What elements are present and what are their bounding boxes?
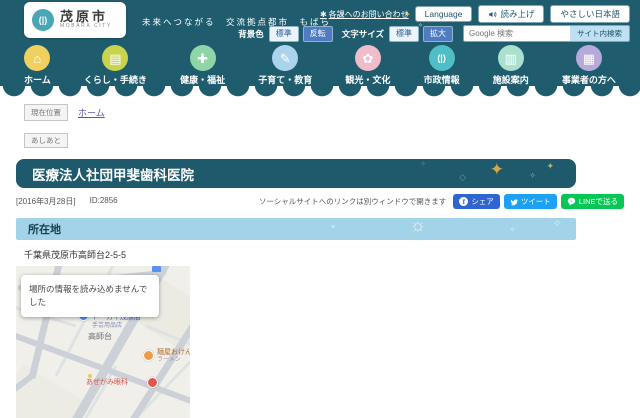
map-label-ramen[interactable]: 麺屋おけん 茂原店 ラーメン <box>157 349 190 365</box>
facebook-share-button[interactable]: f シェア <box>453 194 500 209</box>
page-title-banner: 医療法人社団甲斐歯科医院 ✦ ✧ ✦ ◇ ✧ <box>16 159 576 188</box>
easy-japanese-button[interactable]: やさしい日本語 <box>550 5 630 23</box>
office-buildings-icon: ▦ <box>576 45 602 71</box>
header-wave-border <box>0 86 640 97</box>
line-share-button[interactable]: L LINEで送る <box>561 194 624 209</box>
current-location-label: 現在位置 <box>24 104 68 121</box>
map-error-message: 場所の情報を読み込めませんでした <box>29 284 147 307</box>
speaker-icon <box>488 10 497 19</box>
nav-item-living-procedures[interactable]: ▤ くらし・手続き <box>84 45 147 86</box>
size-standard-button[interactable]: 標準 <box>389 26 419 42</box>
sparkle-icon: ✧ <box>529 172 536 180</box>
twitter-tweet-button[interactable]: ツイート <box>504 194 557 209</box>
google-map[interactable]: 場所の情報を読み込めませんでした クラフトハート トーカイ茂原店 手芸用品店 高… <box>16 266 190 418</box>
city-name-en: MOBARA CITY <box>60 24 112 30</box>
map-label-district: 高師台 <box>88 332 112 342</box>
nav-item-home[interactable]: ⌂ ホーム <box>24 45 51 86</box>
utility-row-bottom: 背景色 標準 反転 文字サイズ 標準 拡大 サイト内検索 <box>238 25 630 42</box>
site-search-button[interactable]: サイト内検索 <box>570 26 629 41</box>
bg-standard-button[interactable]: 標準 <box>269 26 299 42</box>
home-icon: ⌂ <box>24 45 50 71</box>
facebook-icon: f <box>459 197 468 206</box>
nav-item-health-welfare[interactable]: ✚ 健康・福祉 <box>180 45 225 86</box>
nav-item-city-government[interactable]: (|) 市政情報 <box>424 45 460 86</box>
svg-text:L: L <box>570 199 572 203</box>
location-section-header: 所在地 ☼ ✧ ✧ ✦ <box>16 218 576 240</box>
sparkle-icon: ✦ <box>330 224 336 231</box>
breadcrumb-home-link[interactable]: ホーム <box>78 106 105 119</box>
breadcrumb: 現在位置 ホーム <box>24 104 640 121</box>
nav-item-childcare-education[interactable]: ✎ 子育て・教育 <box>258 45 312 86</box>
mobara-emblem-icon: (|) <box>32 9 54 31</box>
map-partial-label <box>152 266 161 272</box>
search-input[interactable] <box>464 26 570 41</box>
pencil-icon: ✎ <box>272 45 298 71</box>
sparkle-icon: ✧ <box>509 226 516 234</box>
clinic-marker-icon[interactable] <box>147 377 158 388</box>
footprints-button[interactable]: あしあと <box>24 133 68 148</box>
sparkle-icon: ✧ <box>553 219 562 230</box>
site-logo[interactable]: (|) 茂原市 MOBARA CITY <box>24 2 126 38</box>
asterisk-icon: ✱ <box>320 10 327 19</box>
flower-icon: ✿ <box>355 45 381 71</box>
documents-icon: ▤ <box>102 45 128 71</box>
article-meta: [2016年3月28日] ID:2856 ソーシャルサイトへのリンクは別ウィンド… <box>16 194 624 209</box>
city-name: 茂原市 <box>60 10 112 24</box>
language-button[interactable]: Language <box>415 6 473 22</box>
building-icon: ▥ <box>498 45 524 71</box>
social-note: ソーシャルサイトへのリンクは別ウィンドウで開きます <box>259 196 446 207</box>
section-title: 所在地 <box>28 221 61 237</box>
twitter-bird-icon <box>510 198 518 206</box>
map-error-dialog: 場所の情報を読み込めませんでした <box>21 275 159 317</box>
city-emblem-icon: (|) <box>429 45 455 71</box>
ramen-marker-icon[interactable] <box>143 350 154 361</box>
bg-invert-button[interactable]: 反転 <box>303 26 333 42</box>
line-bubble-icon: L <box>567 197 576 206</box>
main-nav: ⌂ ホーム ▤ くらし・手続き ✚ 健康・福祉 ✎ 子育て・教育 ✿ 観光・文化… <box>0 45 640 86</box>
sun-decoration-icon: ☼ <box>410 218 427 234</box>
nav-item-tourism-culture[interactable]: ✿ 観光・文化 <box>345 45 390 86</box>
clinic-address: 千葉県茂原市高師台2-5-5 <box>24 248 640 261</box>
article-id: ID:2856 <box>90 196 118 207</box>
nav-item-facility-guide[interactable]: ▥ 施設案内 <box>493 45 529 86</box>
publish-date: [2016年3月28日] <box>16 196 76 207</box>
diamond-decoration-icon: ◇ <box>459 173 466 182</box>
nav-item-business[interactable]: ▦ 事業者の方へ <box>562 45 616 86</box>
star-decoration-icon: ✦ <box>490 161 504 178</box>
bg-color-label: 背景色 <box>238 28 264 40</box>
site-search: サイト内検索 <box>463 25 630 42</box>
sparkle-icon: ✦ <box>546 162 554 171</box>
health-cross-icon: ✚ <box>190 45 216 71</box>
map-label-clinic[interactable]: あぜがみ眼科 <box>86 379 128 387</box>
utility-row-top: ✱各課へのお問い合わせ Language 読み上げ やさしい日本語 <box>320 5 630 23</box>
contact-link[interactable]: ✱各課へのお問い合わせ <box>320 9 409 20</box>
size-large-button[interactable]: 拡大 <box>423 26 453 42</box>
site-header: (|) 茂原市 MOBARA CITY 未来へつながる 交流拠点都市 もばら ✦… <box>0 0 640 86</box>
read-aloud-button[interactable]: 読み上げ <box>478 5 544 23</box>
sparkle-icon: ✧ <box>420 161 426 168</box>
page-title: 医療法人社団甲斐歯科医院 <box>32 164 194 184</box>
text-size-label: 文字サイズ <box>342 28 384 40</box>
